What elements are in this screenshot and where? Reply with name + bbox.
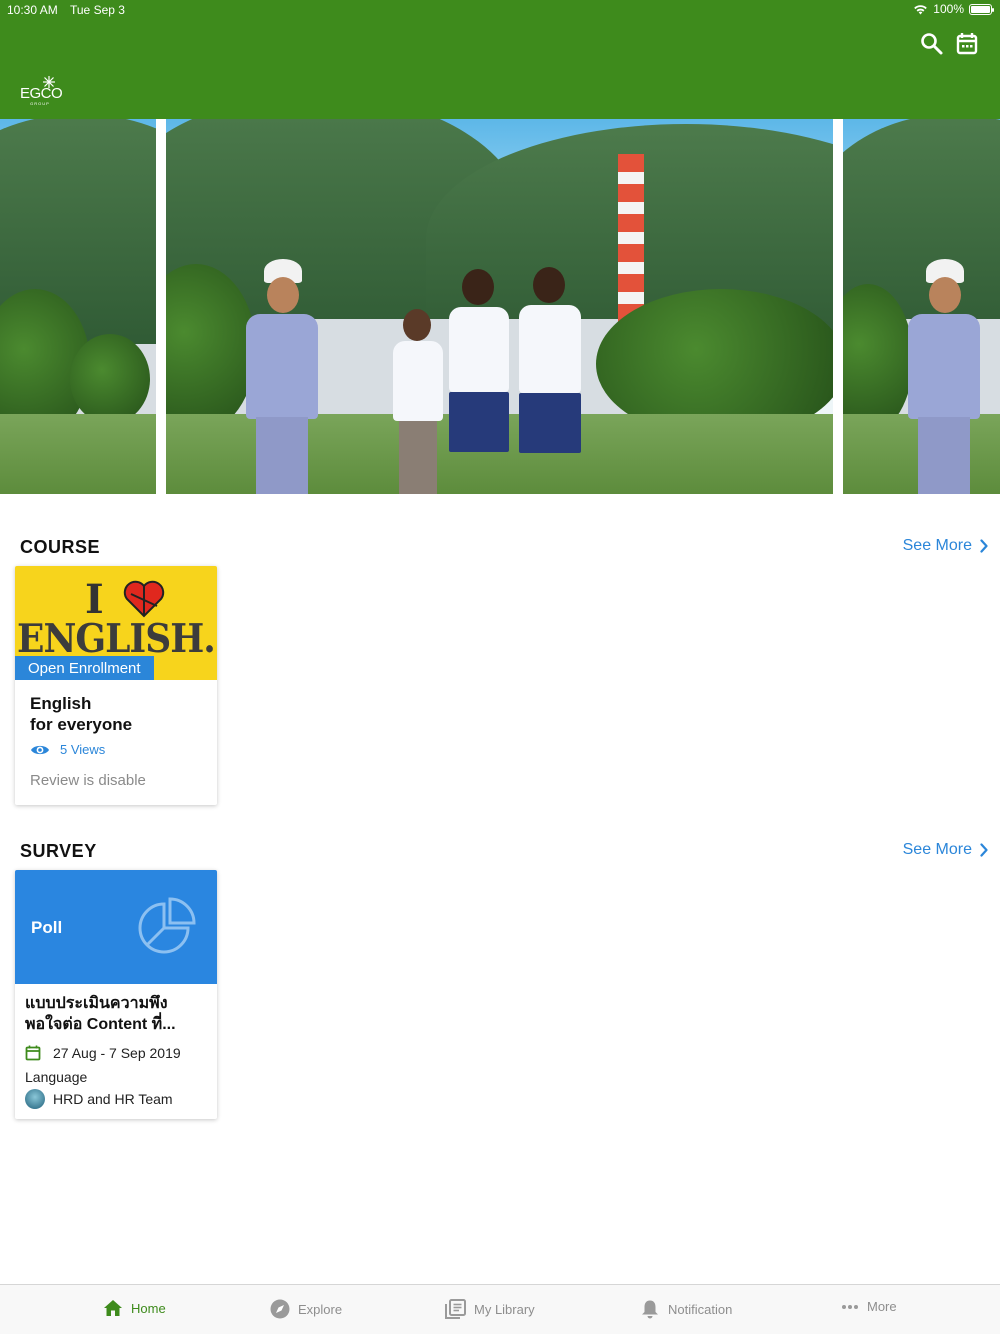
survey-date-range: 27 Aug - 7 Sep 2019 <box>53 1045 181 1061</box>
course-views: 5 Views <box>30 742 105 757</box>
chevron-right-icon <box>980 843 988 857</box>
survey-date: 27 Aug - 7 Sep 2019 <box>25 1045 181 1061</box>
eye-icon <box>31 745 49 754</box>
pie-chart-icon <box>138 897 196 954</box>
tab-notification[interactable]: Notification <box>640 1299 732 1319</box>
calendar-icon <box>25 1045 41 1061</box>
search-icon[interactable] <box>918 30 946 58</box>
chevron-right-icon <box>980 539 988 553</box>
tab-label: Explore <box>298 1301 343 1317</box>
banner-carousel[interactable] <box>0 119 1000 494</box>
status-indicators: 100% <box>913 2 994 16</box>
banner-photo <box>843 119 1000 494</box>
survey-category: Language <box>25 1069 88 1085</box>
bell-icon <box>642 1300 658 1319</box>
course-section-title: COURSE <box>20 537 101 557</box>
course-card[interactable]: I ENGLISH. Open Enrollment English for e… <box>15 566 217 805</box>
status-bar: 10:30 AM Tue Sep 3 100% <box>0 0 1000 20</box>
tab-my-library[interactable]: My Library <box>445 1299 535 1319</box>
tab-more[interactable]: More <box>841 1299 897 1314</box>
library-icon <box>445 1299 466 1319</box>
logo-flower-icon <box>43 76 55 88</box>
banner-slide-next[interactable] <box>843 119 1000 494</box>
banner-slide-previous[interactable] <box>0 119 156 494</box>
tab-label: My Library <box>474 1301 535 1317</box>
enrollment-badge: Open Enrollment <box>15 656 154 680</box>
poll-label: Poll <box>31 918 63 937</box>
heart-icon <box>123 580 165 618</box>
poll-thumbnail: Poll <box>15 870 217 984</box>
survey-see-more-link[interactable]: See More <box>903 841 988 859</box>
status-date: Tue Sep 3 <box>70 3 125 17</box>
calendar-icon[interactable] <box>953 30 981 58</box>
egco-logo: EGCO GROUP <box>20 76 63 108</box>
tab-label: Home <box>131 1300 166 1316</box>
avatar <box>25 1089 45 1109</box>
compass-icon <box>270 1299 290 1319</box>
app-header: 10:30 AM Tue Sep 3 100% EGCO GROUP <box>0 0 1000 119</box>
banner-slide-current[interactable] <box>166 119 833 494</box>
banner-photo <box>0 119 156 494</box>
survey-card[interactable]: Poll แบบประเมินความพึง พอใจต่อ Content ท… <box>15 870 217 1119</box>
status-time: 10:30 AM <box>7 3 58 17</box>
course-title: English for everyone <box>30 694 133 734</box>
tab-explore[interactable]: Explore <box>270 1299 342 1319</box>
logo-text: EGCO <box>20 85 63 102</box>
owner-name: HRD and HR Team <box>53 1091 173 1107</box>
tab-label: Notification <box>668 1301 733 1317</box>
review-status: Review is disable <box>30 772 146 789</box>
survey-title: แบบประเมินความพึง พอใจต่อ Content ที่... <box>25 995 176 1033</box>
banner-photo <box>166 119 833 494</box>
more-icon <box>842 1304 858 1309</box>
battery-icon <box>969 3 994 15</box>
survey-owner: HRD and HR Team <box>25 1089 173 1109</box>
course-see-more-link[interactable]: See More <box>903 537 988 555</box>
tab-home[interactable]: Home <box>103 1299 166 1317</box>
see-more-label: See More <box>902 537 972 554</box>
battery-percent: 100% <box>933 2 964 16</box>
bottom-tab-bar: Home Explore My Library Notification Mor… <box>0 1284 1000 1334</box>
course-thumbnail: I ENGLISH. Open Enrollment <box>15 566 217 680</box>
wifi-icon <box>914 4 928 14</box>
see-more-label: See More <box>902 841 972 858</box>
views-count: 5 Views <box>60 742 106 757</box>
tab-label: More <box>867 1299 897 1314</box>
survey-section-title: SURVEY <box>20 841 97 861</box>
home-icon <box>104 1300 122 1316</box>
